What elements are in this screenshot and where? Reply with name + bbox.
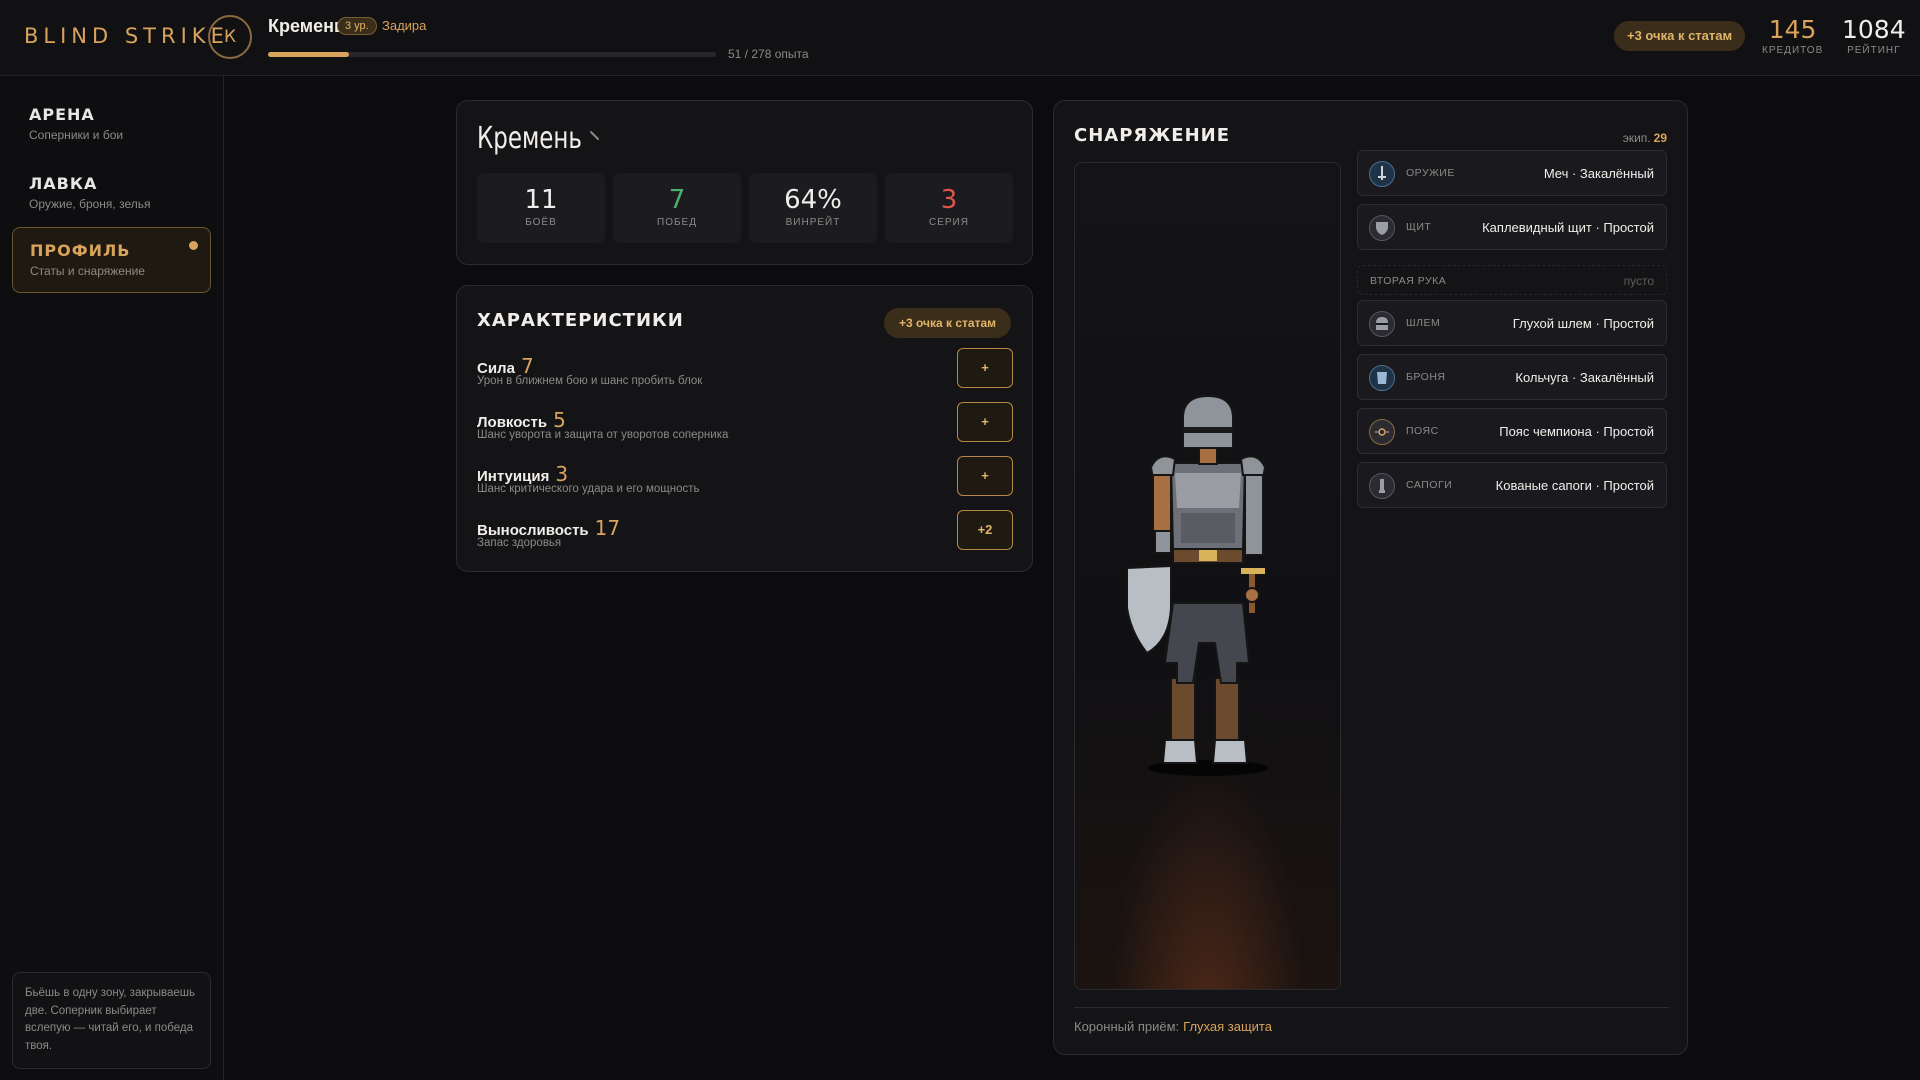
- shield-icon: [1369, 215, 1395, 241]
- knight-figure-icon: [1126, 394, 1268, 776]
- signature-move-value[interactable]: Глухая защита: [1183, 1019, 1272, 1034]
- increase-intuition-button[interactable]: +: [957, 456, 1013, 496]
- credits-value: 145: [1768, 15, 1817, 44]
- slot-item: Кольчуга · Закалённый: [1515, 370, 1654, 385]
- stat-value: 7: [668, 185, 686, 215]
- character-preview: [1074, 162, 1341, 990]
- attribute-row-intuition: Интуиция 3 Шанс критического удара и его …: [477, 456, 1013, 510]
- attribute-points-badge: +3 очка к статам: [884, 308, 1012, 338]
- slot-item: Меч · Закалённый: [1543, 166, 1654, 181]
- stat-tile-streak: 3 СЕРИЯ: [885, 173, 1013, 243]
- stat-value: 3: [940, 185, 958, 215]
- increase-strength-button[interactable]: +: [957, 348, 1013, 388]
- attribute-value: 17: [594, 516, 621, 540]
- attribute-row-agility: Ловкость 5 Шанс уворота и защита от уворо…: [477, 402, 1013, 456]
- slot-item: Глухой шлем · Простой: [1512, 316, 1654, 331]
- credits-label: КРЕДИТОВ: [1762, 45, 1824, 56]
- increase-endurance-button[interactable]: +2: [957, 510, 1013, 550]
- sword-icon: [1369, 161, 1395, 187]
- stat-label: ВИНРЕЙТ: [785, 217, 841, 228]
- sidebar-item-subtitle: Оружие, броня, зелья: [29, 197, 151, 211]
- increase-agility-button[interactable]: +: [957, 402, 1013, 442]
- rating-value: 1084: [1842, 15, 1906, 44]
- stat-value: 11: [524, 185, 558, 215]
- slot-item: Кованые сапоги · Простой: [1495, 478, 1654, 493]
- hint-box: Бьёшь в одну зону, закрываешь две. Сопер…: [12, 972, 211, 1069]
- stat-tile-wins: 7 ПОБЕД: [613, 173, 741, 243]
- helmet-icon: [1369, 311, 1395, 337]
- level-badge: 3 ур.: [337, 17, 377, 35]
- avatar[interactable]: К: [208, 15, 252, 59]
- attribute-description: Урон в ближнем бою и шанс пробить блок: [477, 375, 703, 387]
- equipment-slot-offhand[interactable]: ВТОРАЯ РУКА пусто: [1357, 265, 1667, 295]
- attribute-row-endurance: Выносливость 17 Запас здоровья +2: [477, 510, 1013, 564]
- equipment-score: экип. 29: [1623, 131, 1667, 145]
- sidebar-item-shop[interactable]: ЛАВКА Оружие, броня, зелья: [12, 161, 211, 227]
- stat-label: ПОБЕД: [657, 217, 697, 228]
- slot-item: Каплевидный щит · Простой: [1482, 220, 1654, 235]
- slot-type: ОРУЖИЕ: [1406, 167, 1455, 179]
- slot-type: ЩИТ: [1406, 221, 1432, 233]
- rating-label: РЕЙТИНГ: [1847, 45, 1901, 56]
- xp-progress-bar: [268, 52, 716, 57]
- slot-type: БРОНЯ: [1406, 371, 1446, 383]
- sidebar-item-title: АРЕНА: [29, 105, 95, 124]
- equipment-slot-boots[interactable]: САПОГИ Кованые сапоги · Простой: [1357, 462, 1667, 508]
- xp-text: 51 / 278 опыта: [728, 47, 809, 61]
- equipment-slot-armor[interactable]: БРОНЯ Кольчуга · Закалённый: [1357, 354, 1667, 400]
- divider: [1074, 1007, 1669, 1008]
- equipment-slot-weapon[interactable]: ОРУЖИЕ Меч · Закалённый: [1357, 150, 1667, 196]
- rating-counter: 1084 РЕЙТИНГ: [1842, 15, 1906, 57]
- player-class: Задира: [382, 18, 427, 33]
- stat-label: БОЁВ: [525, 217, 557, 228]
- edit-name-icon[interactable]: [588, 129, 602, 143]
- attributes-title: ХАРАКТЕРИСТИКИ: [477, 310, 684, 331]
- top-bar: BLIND STRIKE К Кремень 3 ур. Задира 51 /…: [0, 0, 1920, 76]
- equipment-slot-shield[interactable]: ЩИТ Каплевидный щит · Простой: [1357, 204, 1667, 250]
- belt-icon: [1369, 419, 1395, 445]
- active-dot-icon: [189, 241, 198, 250]
- stat-value: 64%: [784, 185, 842, 215]
- stat-tile-battles: 11 БОЁВ: [477, 173, 605, 243]
- sidebar-item-title: ЛАВКА: [29, 174, 98, 193]
- attribute-row-strength: Сила 7 Урон в ближнем бою и шанс пробить …: [477, 348, 1013, 402]
- equipment-score-label: экип.: [1622, 131, 1651, 145]
- slot-type: САПОГИ: [1406, 479, 1453, 491]
- sidebar-item-title: ПРОФИЛЬ: [30, 241, 131, 260]
- attribute-description: Запас здоровья: [477, 537, 562, 549]
- signature-move-label: Коронный приём:: [1074, 1019, 1180, 1034]
- armor-icon: [1369, 365, 1395, 391]
- attribute-description: Шанс критического удара и его мощность: [477, 483, 700, 495]
- stat-label: СЕРИЯ: [929, 217, 969, 228]
- profile-name: Кремень: [477, 121, 582, 156]
- slot-type: ВТОРАЯ РУКА: [1370, 275, 1447, 287]
- equipment-card: СНАРЯЖЕНИЕ экип. 29 ОРУЖИЕ Меч · Закалён…: [1053, 100, 1688, 1055]
- sidebar: АРЕНА Соперники и бои ЛАВКА Оружие, брон…: [0, 76, 224, 1080]
- sidebar-item-subtitle: Статы и снаряжение: [30, 264, 145, 278]
- credits-counter: 145 КРЕДИТОВ: [1762, 15, 1824, 57]
- slot-type: ПОЯС: [1406, 425, 1439, 437]
- sidebar-item-subtitle: Соперники и бои: [29, 128, 124, 142]
- slot-item: Пояс чемпиона · Простой: [1499, 424, 1654, 439]
- equipment-score-value: 29: [1653, 131, 1667, 145]
- attributes-card: ХАРАКТЕРИСТИКИ +3 очка к статам Сила 7 Ур…: [456, 285, 1033, 572]
- slot-type: ШЛЕМ: [1406, 317, 1441, 329]
- equipment-title: СНАРЯЖЕНИЕ: [1074, 125, 1231, 146]
- equipment-slot-belt[interactable]: ПОЯС Пояс чемпиона · Простой: [1357, 408, 1667, 454]
- attribute-description: Шанс уворота и защита от уворотов соперн…: [477, 429, 729, 441]
- player-name: Кремень: [268, 16, 346, 36]
- boots-icon: [1369, 473, 1395, 499]
- slot-item: пусто: [1623, 274, 1654, 288]
- profile-card: Кремень 11 БОЁВ 7 ПОБЕД 64% ВИНРЕЙТ 3 СЕ…: [456, 100, 1033, 265]
- sidebar-item-profile[interactable]: ПРОФИЛЬ Статы и снаряжение: [12, 227, 211, 293]
- app-logo[interactable]: BLIND STRIKE: [24, 24, 229, 48]
- stat-tile-winrate: 64% ВИНРЕЙТ: [749, 173, 877, 243]
- stat-points-badge[interactable]: +3 очка к статам: [1614, 21, 1746, 51]
- xp-progress-fill: [268, 52, 349, 57]
- sidebar-item-arena[interactable]: АРЕНА Соперники и бои: [12, 92, 211, 158]
- signature-move: Коронный приём: Глухая защита: [1074, 1019, 1272, 1034]
- equipment-slot-helmet[interactable]: ШЛЕМ Глухой шлем · Простой: [1357, 300, 1667, 346]
